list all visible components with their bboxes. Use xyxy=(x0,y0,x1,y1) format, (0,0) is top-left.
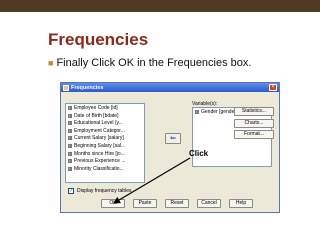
variable-icon xyxy=(68,143,72,148)
variable-item[interactable]: Beginning Salary [sal... xyxy=(66,143,144,149)
variable-label: Employee Code [id] xyxy=(74,105,118,111)
format-button[interactable]: Format... xyxy=(234,130,274,139)
variable-label: Minority Classificatio... xyxy=(74,165,124,172)
help-button[interactable]: Help xyxy=(229,199,253,208)
variable-item[interactable]: Employee Code [id] xyxy=(66,105,144,111)
click-annotation: Click xyxy=(189,149,209,158)
app-icon xyxy=(63,84,69,91)
dialog-title: Frequencies xyxy=(71,84,104,91)
variable-item[interactable]: Current Salary [salary] xyxy=(66,135,144,141)
variable-icon xyxy=(68,113,72,118)
statistics-button[interactable]: Statistics... xyxy=(234,107,274,116)
variable-label: Date of Birth [bdate] xyxy=(74,112,119,119)
paste-button[interactable]: Paste xyxy=(133,199,157,208)
variable-label: Current Salary [salary] xyxy=(74,135,124,142)
variable-item[interactable]: Months since Hire [jo... xyxy=(66,151,144,157)
variable-item[interactable]: Date of Birth [bdate] xyxy=(66,113,144,119)
slide-top-bar xyxy=(0,0,320,12)
variable-icon xyxy=(68,166,72,171)
variable-label: Employment Categor... xyxy=(74,127,125,134)
charts-button[interactable]: Charts... xyxy=(234,119,274,128)
move-variable-button[interactable]: ⇐ xyxy=(165,133,181,144)
reset-button[interactable]: Reset xyxy=(165,199,189,208)
display-frequency-tables-checkbox[interactable]: ✓ xyxy=(68,188,74,194)
variable-icon xyxy=(68,151,72,156)
ok-button[interactable]: OK xyxy=(101,199,125,208)
variable-icon xyxy=(68,128,72,133)
close-button[interactable]: × xyxy=(269,84,277,91)
bullet-icon: ■ xyxy=(48,58,54,68)
variable-label: Months since Hire [jo... xyxy=(74,150,125,157)
variable-icon xyxy=(68,121,72,126)
slide-title: Frequencies xyxy=(48,30,149,49)
cancel-button[interactable]: Cancel xyxy=(197,199,221,208)
variable-label: Gender [gender] xyxy=(201,109,238,115)
variable-icon xyxy=(68,106,72,110)
source-variable-list[interactable]: Employee Code [id] Date of Birth [bdate]… xyxy=(65,103,145,183)
variable-item[interactable]: Minority Classificatio... xyxy=(66,166,144,172)
variable-label: Beginning Salary [sal... xyxy=(74,142,126,149)
variable-item[interactable]: Employment Categor... xyxy=(66,128,144,134)
bullet-point: ■ Finally Click OK in the Frequencies bo… xyxy=(48,55,251,71)
checkbox-label: Display frequency tables xyxy=(77,188,132,194)
variable-icon xyxy=(195,110,199,114)
variable-item[interactable]: Previous Experience ... xyxy=(66,158,144,164)
variable-icon xyxy=(68,159,72,164)
variable-label: Educational Level (y... xyxy=(74,120,123,127)
variable-icon xyxy=(68,136,72,141)
bullet-text: Finally Click OK in the Frequencies box. xyxy=(56,57,252,69)
dialog-titlebar[interactable]: Frequencies × xyxy=(61,83,279,92)
frequencies-dialog: Frequencies × Employee Code [id] Date of… xyxy=(60,82,280,213)
variable-label: Previous Experience ... xyxy=(74,158,126,165)
variable-item[interactable]: Educational Level (y... xyxy=(66,120,144,126)
